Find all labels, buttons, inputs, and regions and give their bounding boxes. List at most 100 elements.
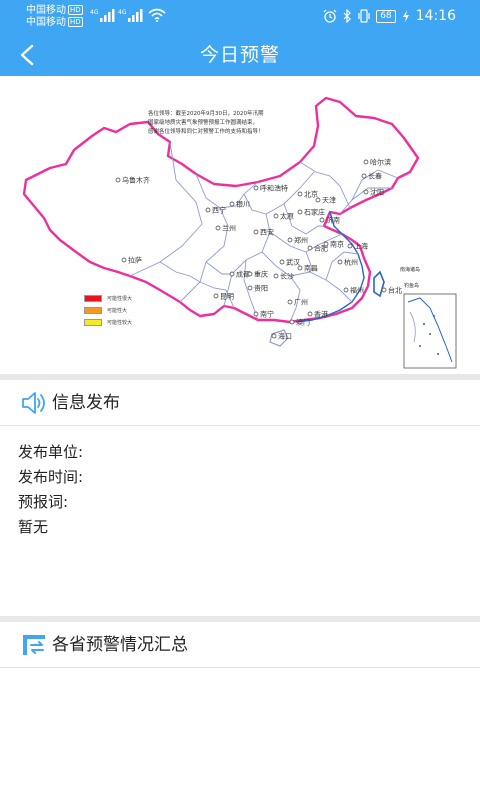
legend-swatch (84, 318, 102, 326)
forecast-row: 预报词: (18, 490, 458, 515)
battery-indicator: 68 (376, 9, 396, 23)
city-label: 海口 (278, 332, 292, 341)
city-marker (297, 265, 303, 271)
warning-map[interactable]: 乌鲁木齐 哈尔滨 长春 沈阳 呼和浩特 北京 天津 银川 太原 石家庄 济南 西宁 兰州 郑州 西安 合肥 南京… (0, 76, 480, 372)
city-marker (273, 213, 279, 219)
city-marker (279, 259, 285, 265)
city-marker (363, 189, 369, 195)
carrier-2-label: 中国移动 (26, 17, 66, 28)
city-marker (361, 173, 367, 179)
inset-label-diaoyu: 钓鱼岛 (404, 283, 420, 289)
publisher-label: 发布单位: (18, 443, 84, 461)
city-marker (319, 217, 325, 223)
alarm-icon (323, 9, 337, 23)
legend-label: 可能性较大 (107, 319, 133, 326)
map-note-line: 各位领导：截至2020年9月30日，2020年汛期 (148, 111, 264, 117)
legend-swatch (84, 306, 102, 314)
city-marker (253, 311, 259, 317)
city-marker (363, 159, 369, 165)
city-label: 香港 (314, 310, 328, 319)
city-label: 昆明 (220, 293, 234, 301)
legend-label: 可能性很大 (107, 295, 133, 302)
city-label: 哈尔滨 (370, 158, 391, 167)
bluetooth-icon (343, 9, 352, 23)
city-label: 杭州 (344, 258, 358, 267)
city-marker (307, 245, 313, 251)
legend-item: 可能性很大 (84, 292, 132, 304)
signal-4g-icon-2: 4G (118, 9, 143, 22)
city-marker (213, 293, 219, 299)
legend-item: 可能性较大 (84, 316, 132, 328)
city-marker (205, 207, 211, 213)
city-marker (287, 237, 293, 243)
inset-box (403, 293, 457, 369)
city-label: 澳门 (296, 318, 310, 327)
summary-section-title: 各省预警情况汇总 (52, 635, 188, 655)
city-label: 贵阳 (254, 284, 268, 293)
network-badge-2: 4G (118, 9, 127, 16)
summary-section-header[interactable]: 各省预警情况汇总 (0, 622, 480, 668)
city-label: 银川 (236, 200, 250, 209)
city-marker (229, 201, 235, 207)
hd-badge-2: HD (68, 17, 83, 27)
city-marker (287, 299, 293, 305)
city-label: 武汉 (286, 258, 300, 267)
city-marker (271, 333, 277, 339)
city-label: 济南 (326, 216, 340, 225)
info-section-header: 信息发布 (0, 380, 480, 426)
city-label: 重庆 (254, 270, 268, 279)
publish-time-label: 发布时间: (18, 468, 84, 486)
vibrate-icon (358, 9, 370, 23)
city-marker (247, 271, 253, 277)
city-label: 西宁 (212, 206, 226, 215)
speaker-icon (22, 392, 45, 414)
city-label: 太原 (280, 212, 294, 221)
map-note-line: 国家级地质灾害气象预警预报工作圆满结束， (148, 120, 259, 126)
status-right: 68 14:16 (323, 7, 456, 25)
network-badge: 4G (90, 9, 99, 16)
city-label: 拉萨 (128, 256, 142, 265)
info-body: 发布单位: 发布时间: 预报词: 暂无 (18, 440, 458, 540)
legend-swatch (84, 294, 102, 302)
city-marker (273, 273, 279, 279)
city-marker (247, 285, 253, 291)
page-title: 今日预警 (199, 44, 280, 66)
city-marker (297, 191, 303, 197)
city-label: 南宁 (260, 310, 274, 319)
city-marker (307, 311, 313, 317)
city-label: 北京 (304, 190, 318, 199)
carrier-1-label: 中国移动 (26, 5, 66, 16)
city-label: 兰州 (222, 224, 236, 233)
city-marker (289, 319, 295, 325)
city-label: 石家庄 (304, 208, 325, 217)
forecast-label: 预报词: (18, 493, 69, 511)
city-marker (115, 177, 121, 183)
city-label: 上海 (354, 242, 368, 251)
city-label: 郑州 (294, 237, 308, 245)
carrier-1: 中国移动 HD (26, 5, 83, 17)
map-legend: 可能性很大 可能性大 可能性较大 (84, 292, 132, 328)
status-bar: 中国移动 HD 中国移动 HD 4G 4G 68 14:16 (0, 0, 480, 34)
city-label: 长沙 (280, 272, 294, 281)
city-marker (323, 241, 329, 247)
city-marker (297, 209, 303, 215)
city-marker (253, 185, 259, 191)
city-label: 乌鲁木齐 (122, 176, 150, 185)
city-label: 西安 (260, 228, 274, 237)
signal-4g-icon: 4G (90, 9, 115, 22)
map-note: 各位领导：截至2020年9月30日，2020年汛期 国家级地质灾害气象预警预报工… (148, 110, 308, 137)
city-label: 长春 (368, 172, 382, 181)
city-label: 广州 (294, 298, 308, 307)
city-label: 天津 (322, 197, 336, 205)
city-marker (229, 271, 235, 277)
list-refresh-icon (23, 635, 45, 655)
carrier-2: 中国移动 HD (26, 17, 83, 29)
city-marker (253, 229, 259, 235)
city-marker (343, 287, 349, 293)
status-time: 14:16 (415, 8, 456, 24)
city-label: 沈阳 (370, 188, 384, 197)
city-label: 南京 (330, 240, 344, 249)
city-marker (347, 243, 353, 249)
charging-icon (402, 10, 409, 22)
city-label: 南昌 (304, 264, 318, 273)
